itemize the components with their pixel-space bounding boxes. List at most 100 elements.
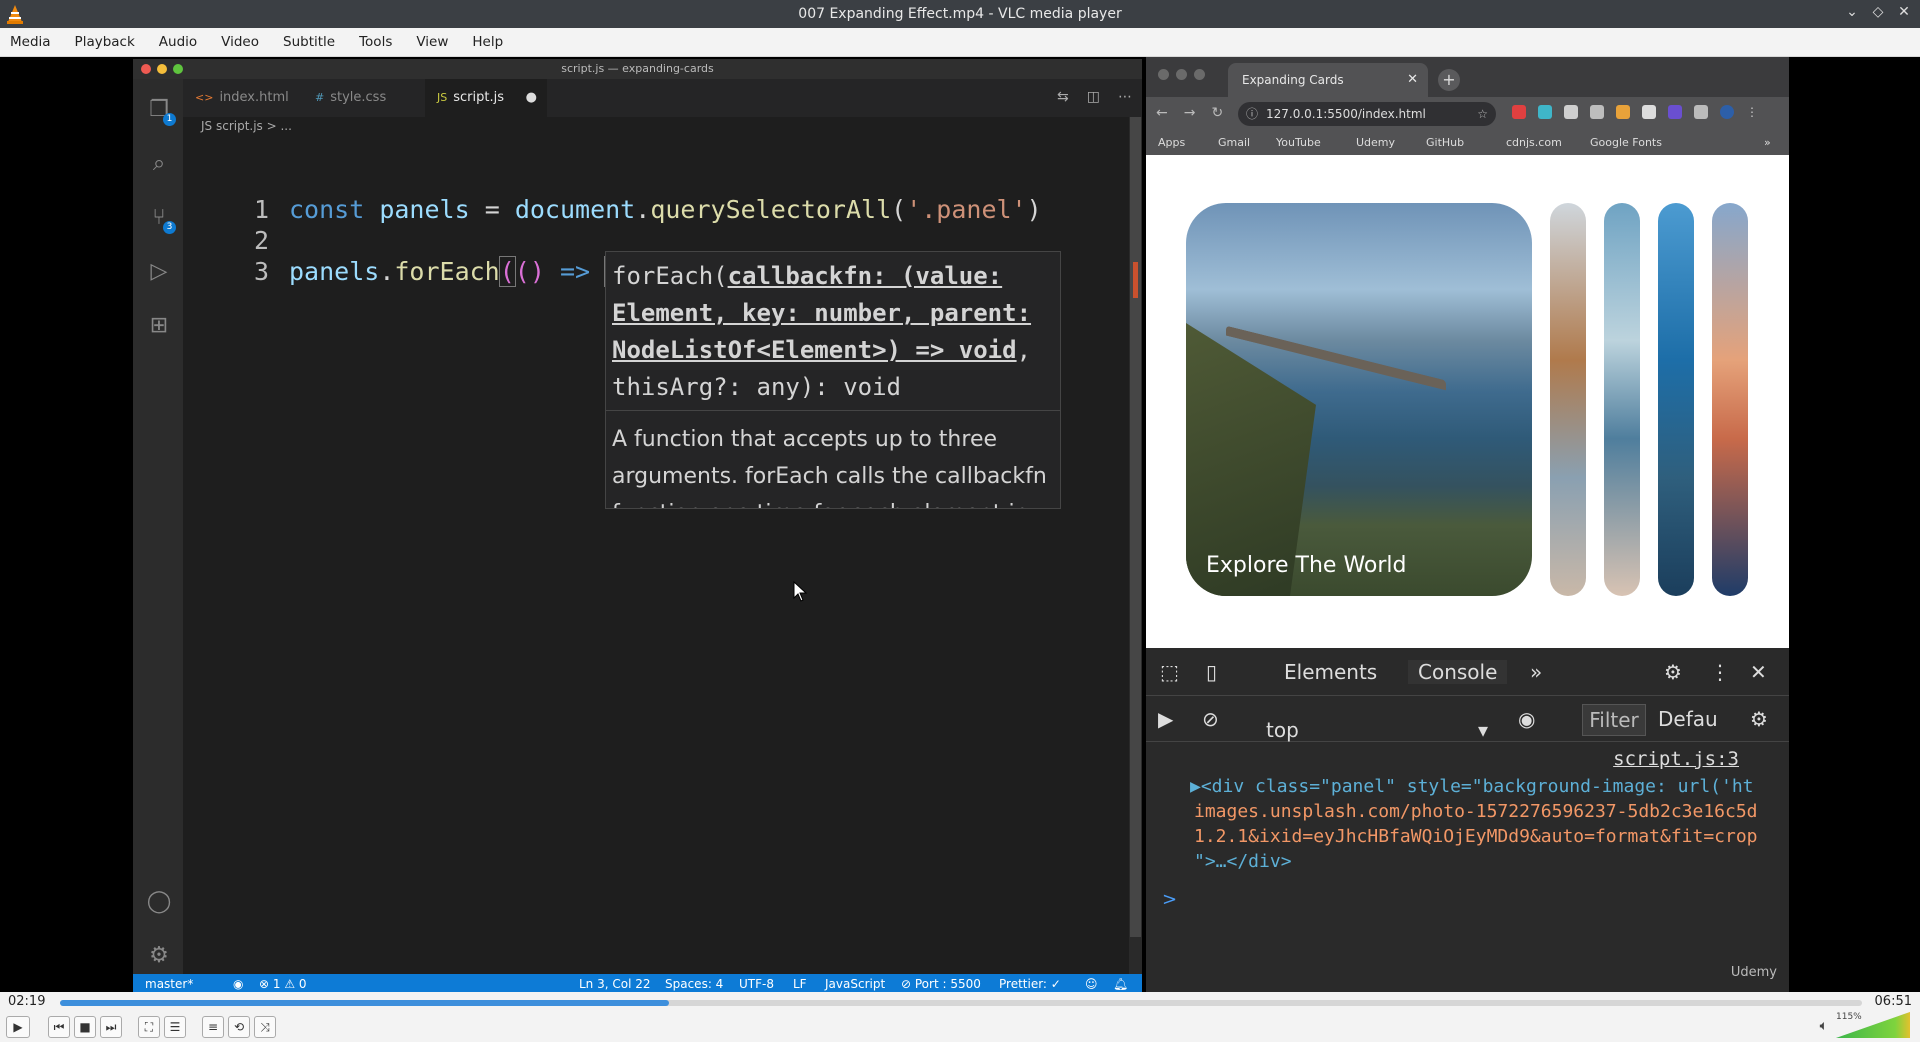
- bookmark-gmail[interactable]: Gmail: [1218, 131, 1250, 155]
- bookmark-star-icon[interactable]: ☆: [1477, 102, 1488, 126]
- browser-tab[interactable]: Expanding Cards ✕: [1228, 63, 1428, 97]
- more-bookmarks-icon[interactable]: »: [1764, 131, 1771, 155]
- live-share-icon[interactable]: ◉: [233, 974, 243, 992]
- tab-index-html[interactable]: <> index.html: [183, 79, 301, 117]
- seek-bar[interactable]: [60, 1000, 1862, 1006]
- panel-collapsed[interactable]: [1712, 203, 1748, 596]
- next-button[interactable]: ⏭: [100, 1016, 122, 1038]
- menu-tools[interactable]: Tools: [359, 34, 392, 50]
- more-tabs-icon[interactable]: »: [1530, 660, 1542, 684]
- playlist-button[interactable]: ≡: [202, 1016, 224, 1038]
- indentation[interactable]: Spaces: 4: [665, 974, 723, 992]
- search-icon[interactable]: ⌕: [146, 151, 172, 177]
- inspect-element-icon[interactable]: ⬚: [1160, 660, 1179, 684]
- forward-icon[interactable]: →: [1184, 105, 1196, 121]
- live-expression-eye-icon[interactable]: ◉: [1518, 707, 1535, 731]
- new-tab-icon[interactable]: +: [1438, 69, 1460, 91]
- clear-console-icon[interactable]: ⊘: [1202, 707, 1219, 731]
- more-actions-icon[interactable]: ⋯: [1118, 89, 1132, 105]
- unsaved-dot[interactable]: ●: [526, 79, 537, 117]
- close-devtools-icon[interactable]: ✕: [1750, 660, 1767, 684]
- run-debug-icon[interactable]: ▷: [146, 259, 172, 285]
- close-icon[interactable]: ✕: [1896, 4, 1912, 20]
- feedback-icon[interactable]: ☺: [1085, 974, 1098, 992]
- tab-elements[interactable]: Elements: [1284, 660, 1377, 684]
- git-branch[interactable]: master*: [145, 974, 193, 992]
- previous-button[interactable]: ⏮: [48, 1016, 70, 1038]
- notifications-icon[interactable]: 🔔︎: [1113, 974, 1128, 992]
- log-levels-select[interactable]: Defau: [1658, 707, 1718, 731]
- close-tab-icon[interactable]: ✕: [1407, 63, 1418, 97]
- account-icon[interactable]: ◯: [146, 889, 172, 915]
- extension-icon[interactable]: [1616, 105, 1630, 119]
- bookmark-apps[interactable]: Apps: [1158, 131, 1185, 155]
- tab-script-js[interactable]: JS script.js ●: [425, 79, 547, 117]
- loop-button[interactable]: ⟲: [228, 1016, 250, 1038]
- menu-audio[interactable]: Audio: [159, 34, 197, 50]
- minimize-icon[interactable]: ⌄: [1844, 4, 1860, 20]
- site-info-icon[interactable]: ⓘ: [1246, 102, 1258, 126]
- panel-collapsed[interactable]: [1658, 203, 1694, 596]
- encoding[interactable]: UTF-8: [739, 974, 774, 992]
- source-control-icon[interactable]: ⑂ 3: [146, 205, 176, 234]
- console-prompt[interactable]: >: [1162, 889, 1177, 910]
- menu-help[interactable]: Help: [472, 34, 503, 50]
- extension-icon[interactable]: [1590, 105, 1604, 119]
- extension-icon[interactable]: [1642, 105, 1656, 119]
- extended-settings-button[interactable]: ☰: [164, 1016, 186, 1038]
- puzzle-icon[interactable]: [1694, 105, 1708, 119]
- editor-scrollbar[interactable]: [1129, 117, 1142, 974]
- explorer-icon[interactable]: ❐ 1: [146, 97, 176, 126]
- panel-collapsed[interactable]: [1550, 203, 1586, 596]
- chrome-menu-icon[interactable]: ⋮: [1746, 105, 1760, 119]
- devtools-menu-icon[interactable]: ⋮: [1710, 660, 1730, 684]
- tab-style-css[interactable]: # style.css: [303, 79, 423, 117]
- speaker-icon[interactable]: 🔈︎: [1820, 1018, 1828, 1034]
- extensions-icon[interactable]: ⊞: [146, 313, 172, 339]
- play-button[interactable]: ▶: [6, 1016, 30, 1038]
- bookmark-cdnjs[interactable]: cdnjs.com: [1506, 131, 1562, 155]
- devtools-settings-icon[interactable]: ⚙: [1664, 660, 1682, 684]
- menu-playback[interactable]: Playback: [75, 34, 135, 50]
- extension-icon[interactable]: [1538, 105, 1552, 119]
- bookmark-udemy[interactable]: Udemy: [1356, 131, 1395, 155]
- restore-icon[interactable]: ◇: [1870, 4, 1886, 20]
- extension-icon[interactable]: [1512, 105, 1526, 119]
- open-changes-icon[interactable]: ⇆: [1057, 89, 1069, 105]
- language-mode[interactable]: JavaScript: [825, 974, 885, 992]
- panel-active[interactable]: Explore The World: [1186, 203, 1532, 596]
- menu-video[interactable]: Video: [221, 34, 259, 50]
- bookmark-google-fonts[interactable]: Google Fonts: [1590, 131, 1662, 155]
- live-server-port[interactable]: ⊘ Port : 5500: [901, 974, 981, 992]
- extension-icon[interactable]: [1564, 105, 1578, 119]
- address-bar[interactable]: ⓘ 127.0.0.1:5500/index.html ☆: [1238, 102, 1496, 126]
- bookmark-youtube[interactable]: YouTube: [1276, 131, 1321, 155]
- console-settings-icon[interactable]: ⚙: [1750, 707, 1768, 731]
- scrollbar-thumb[interactable]: [1130, 117, 1141, 937]
- volume-slider[interactable]: 115%: [1836, 1012, 1910, 1038]
- problems-count[interactable]: ⊗ 1 ⚠ 0: [259, 974, 307, 992]
- device-toolbar-icon[interactable]: ▯: [1206, 660, 1217, 684]
- reload-icon[interactable]: ↻: [1211, 105, 1223, 121]
- context-select[interactable]: top ▾: [1256, 704, 1496, 742]
- split-editor-icon[interactable]: ◫: [1087, 89, 1100, 105]
- menu-view[interactable]: View: [416, 34, 448, 50]
- menu-media[interactable]: Media: [10, 34, 51, 50]
- console-log-line[interactable]: ▶<div class="panel" style="background-im…: [1190, 774, 1754, 799]
- stop-button[interactable]: ■: [74, 1016, 96, 1038]
- log-source-link[interactable]: script.js:3: [1613, 747, 1739, 772]
- extension-icon[interactable]: [1668, 105, 1682, 119]
- menu-subtitle[interactable]: Subtitle: [283, 34, 335, 50]
- bookmark-github[interactable]: GitHub: [1426, 131, 1464, 155]
- shuffle-button[interactable]: ⤨: [254, 1016, 276, 1038]
- settings-gear-icon[interactable]: ⚙: [146, 943, 172, 969]
- prettier-status[interactable]: Prettier: ✓: [999, 974, 1061, 992]
- fullscreen-button[interactable]: ⛶: [138, 1016, 160, 1038]
- profile-icon[interactable]: [1720, 105, 1734, 119]
- console-filter-input[interactable]: Filter: [1582, 704, 1646, 736]
- tab-console[interactable]: Console: [1408, 660, 1508, 684]
- cursor-position[interactable]: Ln 3, Col 22: [579, 974, 651, 992]
- back-icon[interactable]: ←: [1156, 105, 1168, 121]
- end-of-line[interactable]: LF: [793, 974, 807, 992]
- breadcrumb[interactable]: JS script.js > ...: [201, 119, 292, 133]
